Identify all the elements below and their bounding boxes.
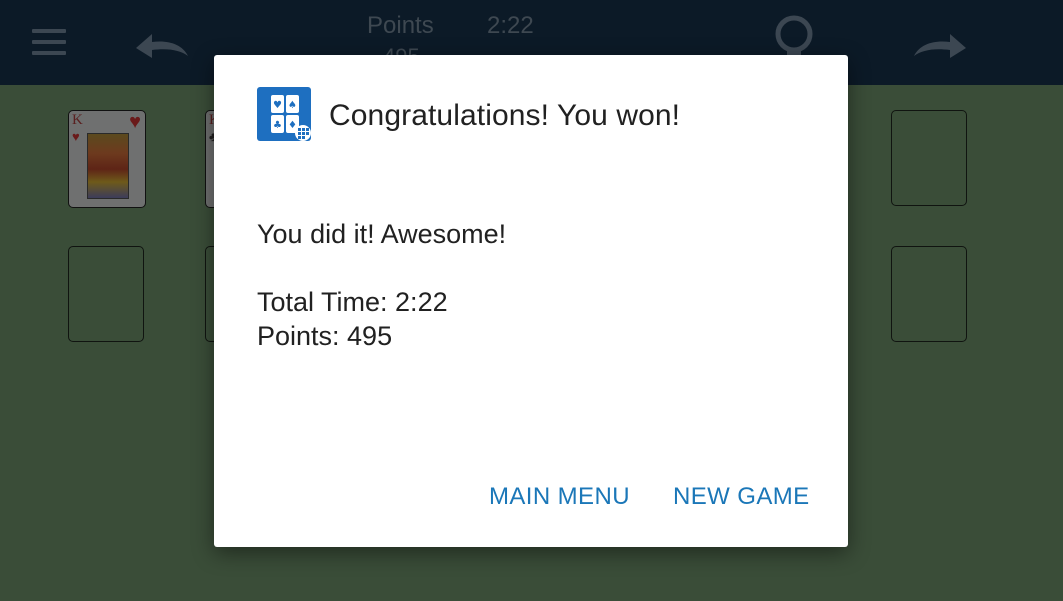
foundation-slot[interactable] [891, 110, 967, 206]
card-rank: K [72, 112, 83, 128]
heart-icon: ♥ [129, 111, 141, 133]
time-value: 2:22 [487, 12, 534, 39]
win-dialog: ♥ ♠ ♣ ♦ Congratulations! You won! You di… [214, 55, 848, 547]
lightbulb-icon[interactable] [770, 14, 818, 58]
svg-text:♥: ♥ [273, 100, 282, 111]
total-time-text: Total Time: 2:22 [257, 287, 448, 317]
svg-text:♠: ♠ [288, 100, 297, 111]
new-game-button[interactable]: NEW GAME [673, 483, 810, 511]
points-label: Points [367, 12, 434, 39]
undo-icon[interactable] [130, 22, 192, 62]
points-text: Points: 495 [257, 321, 393, 351]
tableau-slot[interactable] [68, 246, 144, 342]
dialog-title: Congratulations! You won! [329, 99, 681, 132]
hamburger-icon[interactable] [32, 29, 66, 55]
tableau-slot[interactable] [891, 246, 967, 342]
win-message: You did it! Awesome! [257, 219, 507, 249]
redo-icon[interactable] [910, 22, 972, 62]
main-menu-button[interactable]: MAIN MENU [489, 483, 630, 511]
card-king-of-hearts[interactable]: K ♥ ♥ [68, 110, 146, 208]
king-face-image [87, 133, 129, 199]
card-suit: ♥ [72, 129, 80, 144]
solitaire-app-icon: ♥ ♠ ♣ ♦ [257, 87, 311, 141]
svg-text:♦: ♦ [288, 120, 297, 131]
svg-text:♣: ♣ [273, 120, 282, 131]
